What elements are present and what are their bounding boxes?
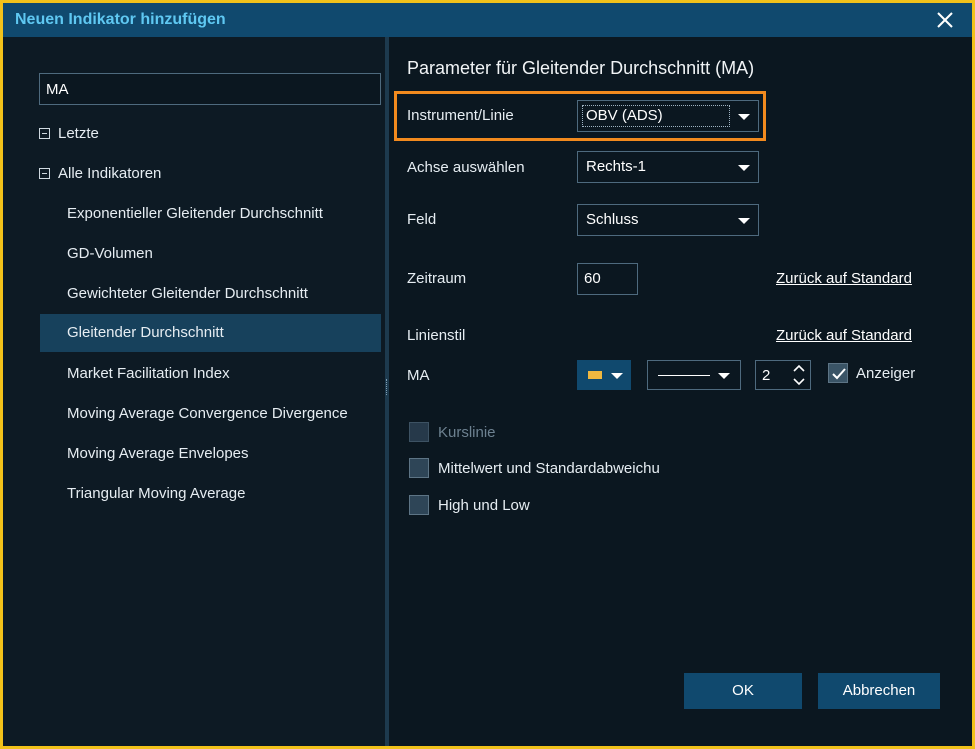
line-width-stepper[interactable]: 2 [755, 360, 811, 390]
field-dropdown[interactable]: Schluss [577, 204, 759, 236]
list-item[interactable]: Moving Average Envelopes [40, 435, 381, 473]
axis-dropdown[interactable]: Rechts-1 [577, 151, 759, 183]
chevron-down-icon [793, 378, 805, 386]
chevron-down-icon [718, 373, 730, 379]
close-button[interactable] [932, 7, 958, 33]
line-style-dropdown[interactable] [647, 360, 741, 390]
tree-group-label: Letzte [58, 125, 99, 142]
chevron-down-icon [611, 373, 623, 379]
checkmark-icon [832, 368, 846, 380]
list-item[interactable]: Market Facilitation Index [40, 355, 381, 393]
title-bar: Neuen Indikator hinzufügen [3, 3, 972, 37]
list-item[interactable]: Moving Average Convergence Divergence [40, 395, 381, 433]
mean-stddev-label: Mittelwert und Standardabweichu [438, 460, 660, 477]
indicator-search-input[interactable] [39, 73, 381, 105]
color-picker-button[interactable] [577, 360, 631, 390]
decrement-button[interactable] [789, 375, 809, 389]
chevron-up-icon [793, 364, 805, 372]
increment-button[interactable] [789, 362, 809, 376]
collapse-icon[interactable] [39, 168, 50, 179]
chevron-down-icon [738, 218, 750, 224]
list-item[interactable]: Exponentieller Gleitender Durchschnitt [40, 195, 381, 233]
mean-stddev-checkbox[interactable] [409, 458, 429, 478]
line-style-reset-link[interactable]: Zurück auf Standard [776, 327, 912, 344]
tree-group-label: Alle Indikatoren [58, 165, 162, 182]
solid-line-icon [658, 375, 710, 376]
dialog-title: Neuen Indikator hinzufügen [15, 11, 226, 28]
period-input[interactable]: 60 [577, 263, 638, 295]
kurslinie-label: Kurslinie [438, 424, 496, 441]
high-low-label: High und Low [438, 497, 530, 514]
list-item[interactable]: Gewichteter Gleitender Durchschnitt [40, 275, 381, 313]
cancel-button[interactable]: Abbrechen [818, 673, 940, 709]
close-icon [937, 12, 953, 28]
ok-button[interactable]: OK [684, 673, 802, 709]
field-label: Feld [407, 211, 437, 228]
collapse-icon[interactable] [39, 128, 50, 139]
add-indicator-dialog: Neuen Indikator hinzufügen Letzte Alle I… [0, 0, 975, 749]
line-width-value: 2 [762, 367, 771, 384]
params-title: Parameter für Gleitender Durchschnitt (M… [407, 58, 755, 78]
splitter-grip-icon [386, 379, 388, 395]
tree-group-alle-indikatoren[interactable]: Alle Indikatoren [39, 165, 161, 182]
indicator-checkbox-label: Anzeiger [856, 365, 916, 382]
kurslinie-checkbox [409, 422, 429, 442]
list-item[interactable]: GD-Volumen [40, 235, 381, 273]
indicator-checkbox[interactable] [828, 363, 848, 383]
tree-group-letzte[interactable]: Letzte [39, 125, 99, 142]
instrument-label: Instrument/Linie [407, 107, 514, 124]
line-style-label: Linienstil [407, 327, 466, 344]
period-label: Zeitraum [407, 270, 467, 287]
axis-value: Rechts-1 [586, 158, 647, 175]
list-item-selected[interactable]: Gleitender Durchschnitt [40, 314, 381, 352]
instrument-dropdown[interactable]: OBV (ADS) [577, 100, 759, 132]
field-value: Schluss [586, 211, 639, 228]
chevron-down-icon [738, 114, 750, 120]
period-reset-link[interactable]: Zurück auf Standard [776, 270, 912, 287]
color-swatch [588, 371, 602, 379]
high-low-checkbox[interactable] [409, 495, 429, 515]
ma-label: MA [407, 367, 430, 384]
list-item[interactable]: Triangular Moving Average [40, 475, 381, 513]
focus-ring [582, 105, 730, 127]
chevron-down-icon [738, 165, 750, 171]
axis-label: Achse auswählen [407, 159, 525, 176]
